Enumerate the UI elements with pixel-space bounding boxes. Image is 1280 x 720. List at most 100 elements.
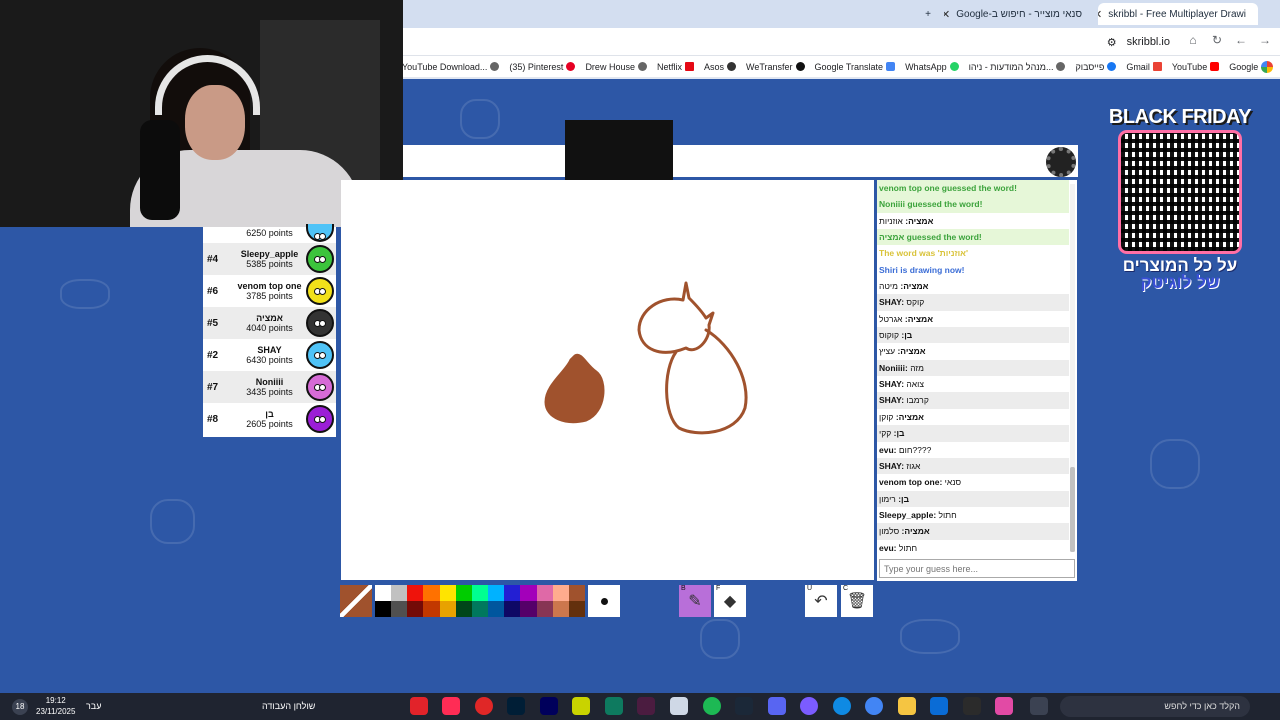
bookmark-item[interactable]: YouTube Download... <box>402 62 500 72</box>
home-icon[interactable]: ⌂ <box>1184 33 1202 47</box>
color-swatch[interactable] <box>407 601 424 617</box>
app-icon[interactable] <box>475 697 493 715</box>
color-swatch[interactable] <box>520 585 537 601</box>
tiktok-icon[interactable] <box>442 697 460 715</box>
color-swatch[interactable] <box>423 585 440 601</box>
premiere-icon[interactable] <box>540 697 558 715</box>
forward-icon[interactable]: ← <box>1232 33 1250 47</box>
chat-scrollbar[interactable] <box>1070 184 1075 552</box>
color-swatch[interactable] <box>568 601 585 617</box>
color-swatch[interactable] <box>375 585 392 601</box>
reload-icon[interactable]: ↻ <box>1208 33 1226 47</box>
app-icon[interactable] <box>605 697 623 715</box>
brown-blob-stroke <box>544 353 605 424</box>
notification-badge[interactable]: 18 <box>12 699 28 715</box>
brown-body-stroke <box>665 328 748 435</box>
color-swatch[interactable] <box>504 585 521 601</box>
color-swatch[interactable] <box>471 585 489 601</box>
task-view-icon[interactable] <box>1030 697 1048 715</box>
color-swatch[interactable] <box>536 601 553 617</box>
brush-tool-button[interactable]: B ✎ <box>679 585 711 617</box>
app-icon[interactable] <box>670 697 688 715</box>
app-icon[interactable] <box>800 697 818 715</box>
chat-scroll-thumb[interactable] <box>1070 467 1075 552</box>
app-icon[interactable] <box>410 697 428 715</box>
app-icon[interactable] <box>963 697 981 715</box>
bookmark-item[interactable]: מנהל המודעות - ניהו... <box>969 62 1066 72</box>
chat-text: אוזניות <box>879 215 903 226</box>
photoshop-icon[interactable] <box>507 697 525 715</box>
tab-skribbl[interactable]: skribbl - Free Multiplayer Drawi ✕ <box>1098 3 1258 25</box>
clock[interactable]: 19:12 23/11/2025 <box>36 695 75 717</box>
player-row[interactable]: #2 SHAY 6430 points <box>203 339 336 371</box>
player-row[interactable]: #4 Sleepy_apple 5385 points <box>203 243 336 275</box>
color-swatch[interactable] <box>439 601 456 617</box>
bookmark-item[interactable]: WhatsApp <box>905 62 959 72</box>
steam-icon[interactable] <box>735 697 753 715</box>
discord-icon[interactable] <box>768 697 786 715</box>
color-swatch[interactable] <box>552 585 569 601</box>
color-swatch[interactable] <box>455 585 472 601</box>
brush-size-button[interactable] <box>588 585 620 617</box>
color-swatch[interactable] <box>536 585 553 601</box>
guess-input[interactable] <box>879 559 1075 578</box>
settings-gear-icon[interactable] <box>1046 147 1076 177</box>
player-avatar <box>306 373 334 401</box>
color-swatch[interactable] <box>375 601 392 617</box>
color-swatch[interactable] <box>504 601 521 617</box>
bookmark-item[interactable]: (35) Pinterest <box>509 62 576 72</box>
bookmark-item[interactable]: WeTransfer <box>746 62 805 72</box>
color-swatch[interactable] <box>439 585 456 601</box>
chat-message: The word was 'אוזניות' <box>877 245 1069 261</box>
player-row[interactable]: #8 בן 2605 points <box>203 403 336 435</box>
player-row[interactable]: #7 Noniiii 3435 points <box>203 371 336 403</box>
color-swatch[interactable] <box>488 585 505 601</box>
drawing-canvas[interactable] <box>341 180 874 580</box>
bookmark-item[interactable]: Netflix <box>657 62 694 72</box>
bookmark-item[interactable]: Google <box>1229 60 1274 73</box>
chrome-icon[interactable] <box>865 697 883 715</box>
bookmark-item[interactable]: Asos <box>704 62 736 72</box>
bookmark-item[interactable]: Gmail <box>1126 62 1162 72</box>
color-swatch[interactable] <box>455 601 472 617</box>
edge-icon[interactable] <box>833 697 851 715</box>
show-desktop-label[interactable]: שולחן העבודה <box>262 701 315 711</box>
clear-button[interactable]: C 🗑 <box>841 585 873 617</box>
mail-icon[interactable] <box>930 697 948 715</box>
close-tab-icon[interactable]: ✕ <box>944 8 950 21</box>
copilot-icon[interactable] <box>995 697 1013 715</box>
color-swatch[interactable] <box>407 585 424 601</box>
color-swatch[interactable] <box>391 585 408 601</box>
bookmark-item[interactable]: Drew House <box>585 62 647 72</box>
tab-google-search[interactable]: סנאי מוצייר - חיפוש ב-Google ✕ <box>944 3 1094 25</box>
chat-message: אמציה: אוזניות <box>877 213 1069 229</box>
color-swatch[interactable] <box>391 601 408 617</box>
new-tab-button[interactable]: + <box>918 3 938 25</box>
back-icon[interactable]: → <box>1256 33 1274 47</box>
undo-button[interactable]: U ↶ <box>805 585 837 617</box>
bookmark-item[interactable]: Google Translate <box>815 62 896 72</box>
spotify-icon[interactable] <box>703 697 721 715</box>
taskbar-search[interactable]: הקלד כאן כדי לחפש <box>1060 696 1250 717</box>
color-swatch[interactable] <box>568 585 585 601</box>
file-explorer-icon[interactable] <box>898 697 916 715</box>
color-swatch[interactable] <box>423 601 440 617</box>
player-row[interactable]: 6250 points <box>203 223 336 243</box>
app-icon[interactable] <box>572 697 590 715</box>
color-swatch[interactable] <box>488 601 505 617</box>
color-swatch[interactable] <box>552 601 569 617</box>
bookmark-item[interactable]: פייסבוק <box>1075 62 1117 72</box>
chat-message: אמציה: עציץ <box>877 343 1069 359</box>
globe-icon <box>637 62 647 71</box>
language-indicator[interactable]: עבר <box>86 701 101 711</box>
player-row[interactable]: #5 אמציה 4040 points <box>203 307 336 339</box>
app-icon[interactable] <box>637 697 655 715</box>
site-settings-icon[interactable]: ⚙ <box>1107 36 1117 49</box>
player-row[interactable]: #6 venom top one 3785 points <box>203 275 336 307</box>
close-tab-icon[interactable]: ✕ <box>1098 8 1102 21</box>
color-swatch[interactable] <box>520 601 537 617</box>
bookmark-item[interactable]: YouTube <box>1172 62 1220 72</box>
color-swatch[interactable] <box>471 601 489 617</box>
fill-tool-button[interactable]: F ◆ <box>714 585 746 617</box>
address-bar[interactable]: ⚙ skribbl.io <box>1000 32 1170 52</box>
